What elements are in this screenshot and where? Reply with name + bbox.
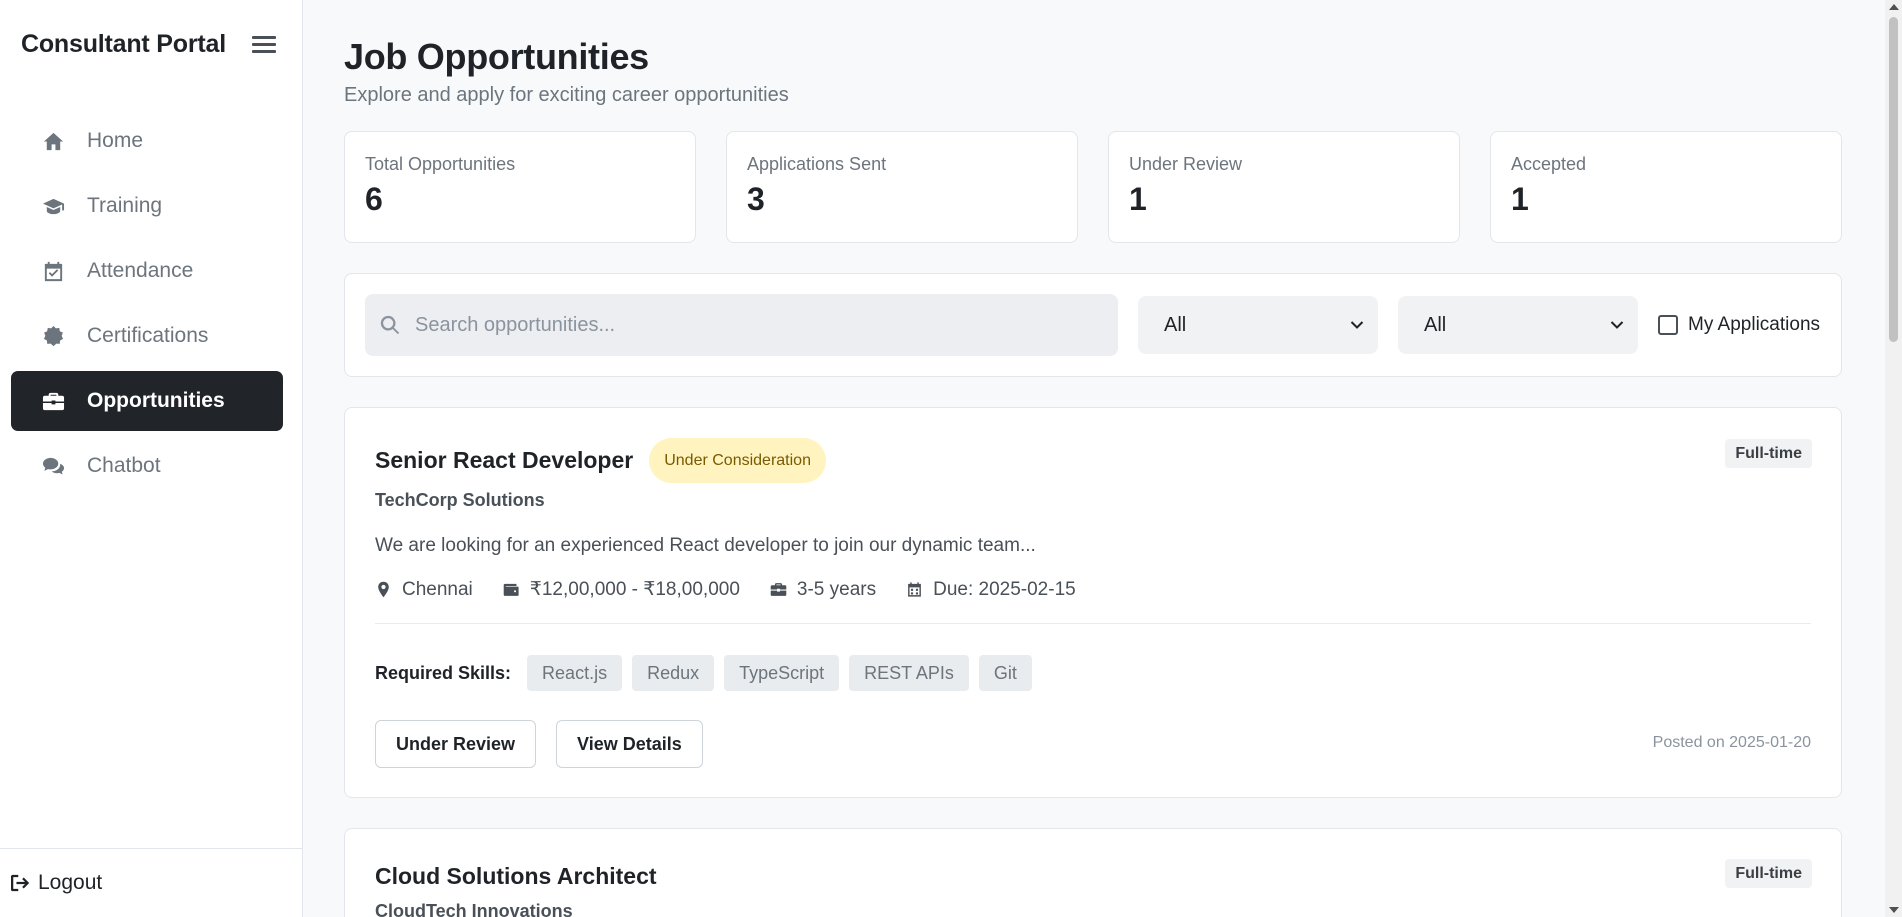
sidebar-item-label: Chatbot — [87, 454, 161, 477]
job-title-row: Senior React Developer Under Considerati… — [375, 438, 826, 483]
stat-label: Applications Sent — [747, 154, 887, 174]
sidebar-item-label: Certifications — [87, 324, 209, 347]
stat-value: 3 — [747, 181, 765, 217]
sidebar-item-opportunities[interactable]: Opportunities — [11, 371, 283, 431]
job-experience: 3-5 years — [770, 579, 876, 601]
sidebar-item-home[interactable]: Home — [11, 111, 283, 171]
search-box — [365, 294, 1118, 356]
certificate-icon — [41, 324, 65, 348]
stat-value: 1 — [1511, 181, 1529, 217]
my-applications-checkbox[interactable] — [1658, 315, 1678, 335]
skills-row: Required Skills: React.js Redux TypeScri… — [375, 655, 1042, 691]
page-scrollbar[interactable] — [1885, 0, 1902, 917]
filter-bar: All All My Applications — [344, 273, 1842, 377]
job-type-badge: Full-time — [1725, 439, 1812, 468]
my-applications-label: My Applications — [1688, 314, 1821, 335]
sidebar-item-label: Attendance — [87, 259, 194, 282]
type-filter-select[interactable]: All — [1398, 296, 1638, 354]
brand-title: Consultant Portal — [21, 29, 226, 58]
sidebar-item-label: Home — [87, 129, 144, 152]
sidebar-header: Consultant Portal — [21, 28, 276, 60]
job-card: Cloud Solutions Architect Full-time Clou… — [344, 828, 1842, 917]
sidebar: Consultant Portal Home Training Attendan… — [0, 0, 303, 917]
scrollbar-thumb[interactable] — [1889, 17, 1898, 342]
job-due-date-text: Due: 2025-02-15 — [933, 578, 1076, 600]
graduation-cap-icon — [41, 194, 65, 218]
skill-tag: REST APIs — [849, 655, 969, 691]
job-title-row: Cloud Solutions Architect — [375, 863, 657, 890]
skills-label: Required Skills: — [375, 662, 512, 683]
wallet-icon — [503, 583, 519, 596]
job-title: Cloud Solutions Architect — [375, 863, 657, 889]
page-title: Job Opportunities — [344, 36, 649, 77]
sidebar-item-label: Opportunities — [87, 389, 225, 412]
stat-card-under-review: Under Review 1 — [1108, 131, 1460, 243]
job-location-text: Chennai — [402, 578, 473, 600]
skill-tag: Git — [978, 655, 1032, 691]
status-filter-select[interactable]: All — [1138, 296, 1378, 354]
stat-label: Total Opportunities — [365, 154, 516, 174]
main-content: Job Opportunities Explore and apply for … — [344, 0, 1842, 917]
select-value: All — [1424, 313, 1447, 336]
sidebar-item-certifications[interactable]: Certifications — [11, 306, 283, 366]
sidebar-nav: Home Training Attendance Certifications … — [11, 111, 283, 501]
posted-date: Posted on 2025-01-20 — [1652, 734, 1811, 751]
job-salary-text: ₹12,00,000 - ₹18,00,000 — [529, 579, 740, 600]
my-applications-toggle[interactable]: My Applications — [1658, 314, 1820, 336]
sidebar-footer: Logout — [0, 848, 303, 917]
stat-value: 1 — [1129, 181, 1147, 217]
under-review-button[interactable]: Under Review — [375, 720, 537, 768]
select-value: All — [1164, 313, 1187, 336]
hamburger-menu-icon[interactable] — [252, 34, 276, 54]
job-card: Senior React Developer Under Considerati… — [344, 407, 1842, 798]
stat-label: Under Review — [1129, 154, 1243, 174]
divider — [375, 623, 1811, 624]
briefcase-icon — [41, 389, 65, 413]
briefcase-icon — [770, 583, 787, 596]
skill-tag: TypeScript — [724, 655, 840, 691]
stat-card-total-opportunities: Total Opportunities 6 — [344, 131, 696, 243]
home-icon — [41, 129, 65, 153]
company-name: CloudTech Innovations — [375, 901, 573, 917]
scroll-down-arrow-icon[interactable] — [1889, 907, 1899, 913]
job-experience-text: 3-5 years — [796, 578, 877, 600]
sidebar-item-chatbot[interactable]: Chatbot — [11, 436, 283, 496]
stat-value: 6 — [365, 181, 383, 217]
scroll-up-arrow-icon[interactable] — [1889, 4, 1899, 10]
job-meta-row: Chennai ₹12,00,000 - ₹18,00,000 3-5 year… — [375, 578, 1106, 601]
chevron-down-icon — [1350, 321, 1364, 329]
stat-label: Accepted — [1511, 154, 1587, 174]
comments-icon — [41, 454, 65, 478]
stats-row: Total Opportunities 6 Applications Sent … — [344, 131, 1842, 243]
company-name: TechCorp Solutions — [375, 490, 545, 510]
calendar-check-icon — [41, 259, 65, 283]
calendar-icon — [908, 582, 921, 597]
page-subtitle: Explore and apply for exciting career op… — [344, 84, 789, 106]
chevron-down-icon — [1610, 321, 1624, 329]
skill-tag: React.js — [527, 655, 623, 691]
job-location: Chennai — [375, 579, 473, 601]
logout-button[interactable]: Logout — [10, 871, 102, 895]
sidebar-item-attendance[interactable]: Attendance — [11, 241, 283, 301]
job-type-badge: Full-time — [1725, 859, 1812, 888]
logout-label: Logout — [38, 871, 103, 894]
job-salary: ₹12,00,000 - ₹18,00,000 — [503, 578, 740, 601]
job-description: We are looking for an experienced React … — [375, 535, 1036, 556]
job-due-date: Due: 2025-02-15 — [906, 579, 1076, 601]
map-pin-icon — [378, 581, 389, 598]
view-details-button[interactable]: View Details — [556, 720, 703, 768]
search-input[interactable] — [415, 313, 1095, 337]
logout-icon — [11, 874, 30, 892]
sidebar-item-label: Training — [87, 194, 163, 217]
skill-tag: Redux — [632, 655, 715, 691]
stat-card-accepted: Accepted 1 — [1490, 131, 1842, 243]
search-icon — [380, 315, 400, 335]
job-title: Senior React Developer — [375, 447, 634, 473]
stat-card-applications-sent: Applications Sent 3 — [726, 131, 1078, 243]
job-actions: Under Review View Details — [375, 720, 723, 768]
status-badge: Under Consideration — [649, 438, 826, 483]
sidebar-item-training[interactable]: Training — [11, 176, 283, 236]
